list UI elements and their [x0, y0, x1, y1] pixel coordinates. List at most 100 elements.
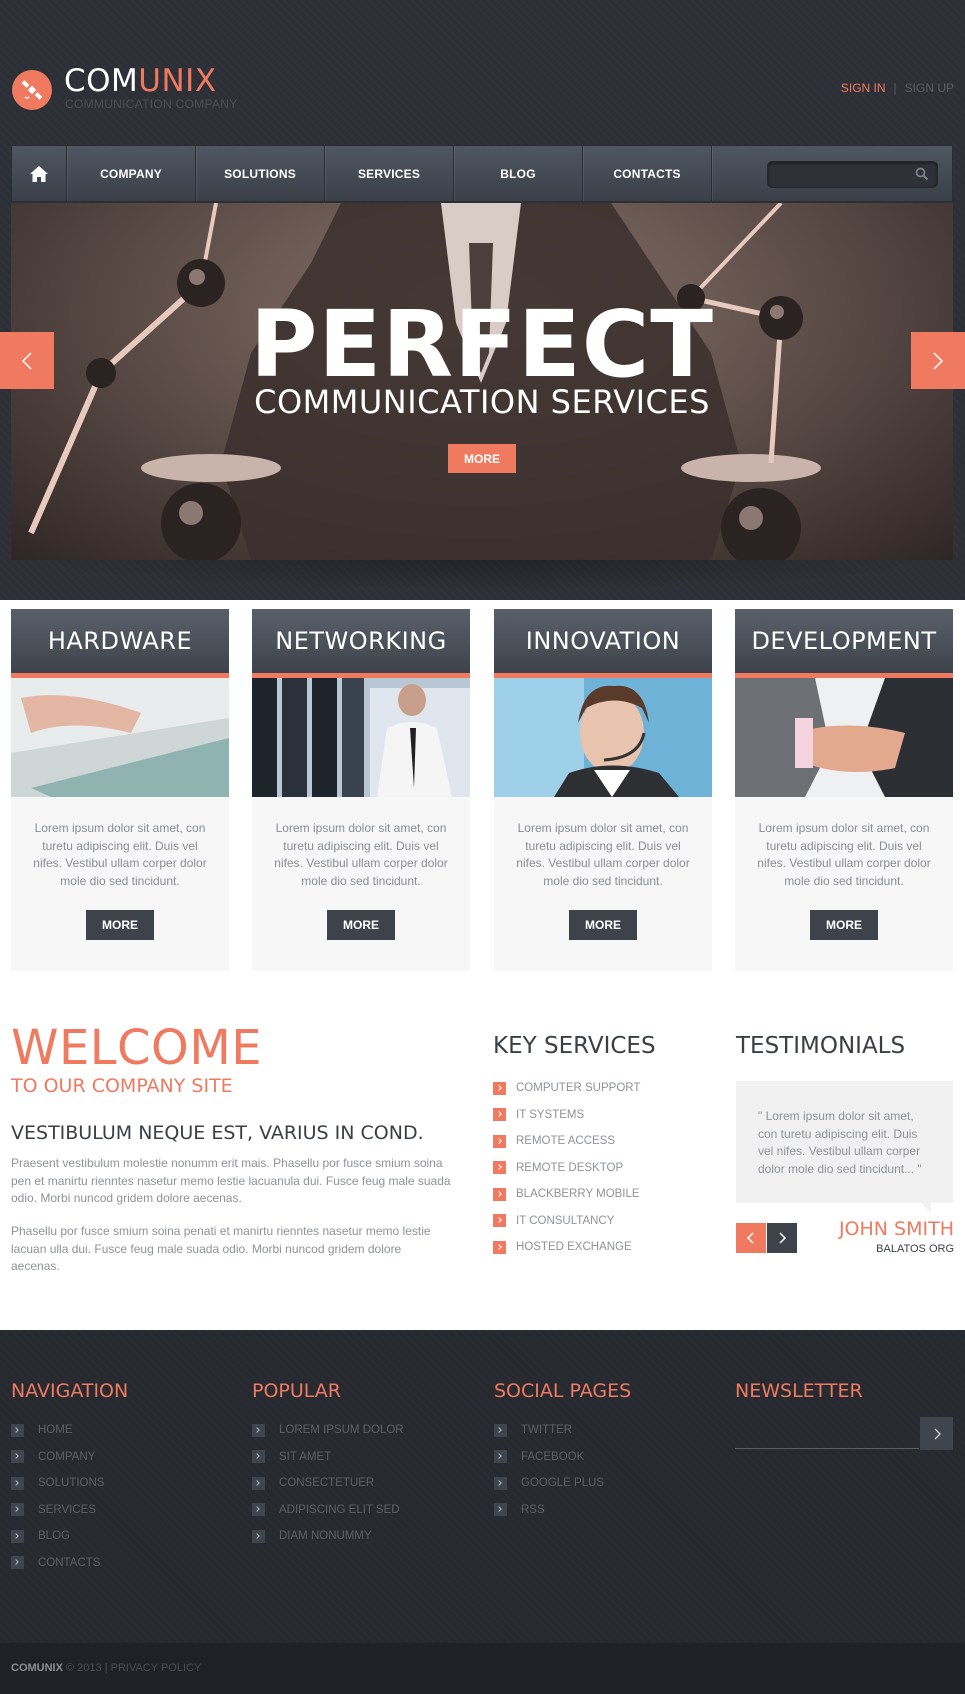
sign-in-link[interactable]: SIGN IN	[841, 81, 886, 95]
feature-title: DEVELOPMENT	[735, 609, 953, 678]
copyright-text[interactable]: © 2013 | PRIVACY POLICY	[66, 1662, 201, 1674]
key-service-label: COMPUTER SUPPORT	[516, 1082, 641, 1095]
key-service-item[interactable]: IT CONSULTANCY	[493, 1208, 640, 1235]
key-service-label: BLACKBERRY MOBILE	[516, 1188, 640, 1201]
auth-separator: |	[893, 81, 897, 95]
support-agent-image	[494, 678, 712, 797]
bullet-arrow-icon	[493, 1240, 506, 1254]
footer-link-label: DIAM NONUMMY	[279, 1530, 372, 1543]
chevron-right-icon	[779, 1232, 787, 1244]
nav-item-services[interactable]: SERVICES	[325, 146, 454, 201]
nav-item-solutions[interactable]: SOLUTIONS	[196, 146, 325, 201]
nav-item-company[interactable]: COMPANY	[67, 146, 196, 201]
key-services-title: KEY SERVICES	[493, 1033, 656, 1059]
footer-link-label: CONSECTETUER	[279, 1477, 375, 1490]
footer-link-label: BLOG	[38, 1530, 70, 1543]
copyright-brand: COMUNIX	[11, 1662, 63, 1674]
key-service-item[interactable]: BLACKBERRY MOBILE	[493, 1181, 640, 1208]
footer-link[interactable]: ADIPISCING ELIT SED	[252, 1497, 404, 1524]
key-service-item[interactable]: REMOTE ACCESS	[493, 1128, 640, 1155]
testimonial-quote: " Lorem ipsum dolor sit amet, con turetu…	[736, 1081, 953, 1213]
feature-more-button[interactable]: MORE	[569, 910, 637, 940]
footer-newsletter-title: NEWSLETTER	[735, 1380, 863, 1402]
logo-mark[interactable]	[12, 70, 52, 110]
footer-link-label: SERVICES	[38, 1503, 96, 1516]
search-box	[767, 161, 938, 188]
key-service-item[interactable]: COMPUTER SUPPORT	[493, 1075, 640, 1102]
footer-link[interactable]: LOREM IPSUM DOLOR	[252, 1417, 404, 1444]
footer-bottom-bar: COMUNIX © 2013 | PRIVACY POLICY	[0, 1643, 965, 1694]
footer-link[interactable]: SERVICES	[11, 1497, 128, 1524]
feature-more-button[interactable]: MORE	[86, 910, 154, 940]
handshake-image	[735, 678, 953, 797]
footer-link-label: TWITTER	[521, 1424, 573, 1437]
footer-popular: POPULAR LOREM IPSUM DOLOR SIT AMET CONSE…	[252, 1380, 404, 1550]
key-services-list: COMPUTER SUPPORT IT SYSTEMS REMOTE ACCES…	[493, 1075, 640, 1261]
bullet-arrow-icon	[11, 1529, 24, 1543]
key-service-label: HOSTED EXCHANGE	[516, 1241, 632, 1254]
bullet-arrow-icon	[493, 1187, 506, 1201]
copyright: COMUNIX © 2013 | PRIVACY POLICY	[11, 1662, 201, 1674]
welcome-subtitle: TO OUR COMPANY SITE	[11, 1075, 233, 1097]
footer-link[interactable]: FACEBOOK	[494, 1444, 631, 1471]
testimonial-prev-button[interactable]	[736, 1223, 766, 1253]
chevron-left-icon	[21, 351, 32, 370]
footer-link[interactable]: CONTACTS	[11, 1550, 128, 1577]
footer-link[interactable]: DIAM NONUMMY	[252, 1523, 404, 1550]
bullet-arrow-icon	[493, 1134, 506, 1148]
footer-link[interactable]: GOOGLE PLUS	[494, 1470, 631, 1497]
footer-link[interactable]: COMPANY	[11, 1444, 128, 1471]
footer-link[interactable]: BLOG	[11, 1523, 128, 1550]
bullet-arrow-icon	[11, 1556, 24, 1570]
key-service-item[interactable]: IT SYSTEMS	[493, 1102, 640, 1129]
bullet-arrow-icon	[11, 1423, 24, 1437]
footer-newsletter: NEWSLETTER	[735, 1380, 953, 1450]
hero-slider: PERFECT COMMUNICATION SERVICES MORE	[11, 203, 953, 560]
testimonial-next-button[interactable]	[767, 1223, 797, 1253]
bullet-arrow-icon	[252, 1450, 265, 1464]
bullet-arrow-icon	[494, 1503, 507, 1517]
key-service-label: REMOTE DESKTOP	[516, 1161, 624, 1174]
sign-up-link[interactable]: SIGN UP	[905, 81, 954, 95]
footer-link-label: SOLUTIONS	[38, 1477, 105, 1490]
welcome-paragraph-2: Phasellu por fusce smium soina penati et…	[11, 1224, 431, 1273]
footer-link-label: COMPANY	[38, 1450, 96, 1463]
footer-link-label: GOOGLE PLUS	[521, 1477, 605, 1490]
newsletter-email-input[interactable]	[735, 1417, 919, 1449]
footer-link-label: FACEBOOK	[521, 1450, 585, 1463]
brand-name[interactable]: COMUNIX	[64, 63, 217, 99]
footer-link[interactable]: RSS	[494, 1497, 631, 1524]
footer-social-title: SOCIAL PAGES	[494, 1380, 632, 1402]
footer-link[interactable]: SOLUTIONS	[11, 1470, 128, 1497]
footer-link[interactable]: CONSECTETUER	[252, 1470, 404, 1497]
hero-more-button[interactable]: MORE	[448, 444, 516, 473]
bullet-arrow-icon	[494, 1423, 507, 1437]
feature-more-button[interactable]: MORE	[810, 910, 878, 940]
key-service-item[interactable]: HOSTED EXCHANGE	[493, 1234, 640, 1261]
nav-item-blog[interactable]: BLOG	[454, 146, 583, 201]
footer-link-label: CONTACTS	[38, 1556, 101, 1569]
nav-item-contacts[interactable]: CONTACTS	[583, 146, 712, 201]
key-service-item[interactable]: REMOTE DESKTOP	[493, 1155, 640, 1182]
feature-text: Lorem ipsum dolor sit amet, con turetu a…	[757, 821, 931, 888]
footer-navigation: NAVIGATION HOME COMPANY SOLUTIONS SERVIC…	[11, 1380, 128, 1576]
footer-link[interactable]: SIT AMET	[252, 1444, 404, 1471]
footer-link[interactable]: HOME	[11, 1417, 128, 1444]
newsletter-submit-button[interactable]	[920, 1417, 953, 1450]
footer-link-label: HOME	[38, 1424, 73, 1437]
newsletter-form	[735, 1417, 953, 1450]
slider-prev-button[interactable]	[0, 332, 54, 389]
server-room-image	[252, 678, 470, 797]
brand-part2: UNIX	[138, 63, 217, 99]
feature-title: HARDWARE	[11, 609, 229, 678]
feature-box-development: DEVELOPMENT Lorem ipsum dolor sit amet, …	[735, 609, 953, 971]
search-icon[interactable]	[915, 167, 929, 181]
bullet-arrow-icon	[252, 1529, 265, 1543]
feature-more-button[interactable]: MORE	[327, 910, 395, 940]
footer-link[interactable]: TWITTER	[494, 1417, 631, 1444]
footer: NAVIGATION HOME COMPANY SOLUTIONS SERVIC…	[0, 1330, 965, 1643]
slider-next-button[interactable]	[911, 332, 965, 389]
nav-home[interactable]	[12, 146, 67, 201]
feature-text: Lorem ipsum dolor sit amet, con turetu a…	[516, 821, 690, 888]
search-input[interactable]	[768, 162, 908, 187]
